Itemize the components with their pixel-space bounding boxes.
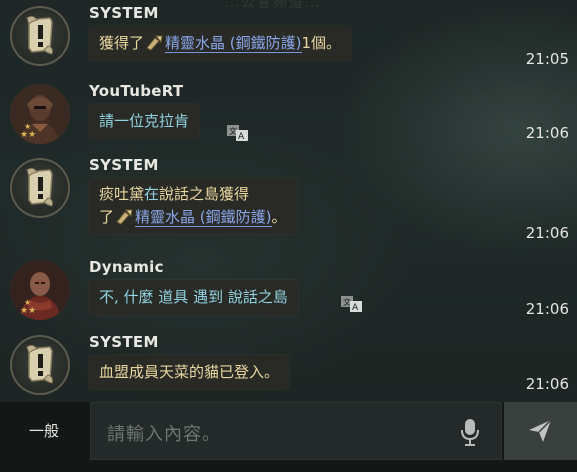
message-text: 了: [99, 208, 115, 226]
scroll-icon: [26, 344, 53, 384]
svg-text:★★: ★★: [20, 306, 36, 316]
message-bubble: 獲得了 精靈水晶 (鋼鐵防護)1個。: [89, 26, 352, 61]
location-name: 說話之島: [159, 185, 220, 203]
input-placeholder: 請輸入內容。: [107, 424, 221, 445]
message-text: 不, 什麼 道具 遇到 說話之島: [99, 288, 288, 306]
translate-icon[interactable]: 文 A: [227, 125, 249, 141]
chat-message: SYSTEM 痰吐黛在說話之島獲得 了 精靈水晶 (鋼鐵防護)。 21:06: [0, 152, 577, 252]
chat-window: …公會頻道… SYSTEM 獲得了 精靈水晶 (鋼鐵防護)1個。 21:05 ★…: [0, 0, 577, 472]
chat-message: ★★ ★ YouTubeRT 請一位克拉肯 文 A 21:06: [0, 78, 577, 158]
message-text: 獲得了: [99, 34, 145, 52]
message-timestamp: 21:06: [525, 224, 569, 242]
svg-text:★★: ★★: [20, 130, 36, 140]
send-icon: [529, 419, 552, 442]
sender-name: SYSTEM: [89, 156, 159, 174]
sender-name: SYSTEM: [89, 333, 159, 351]
player-avatar[interactable]: ★★ ★: [10, 84, 70, 144]
message-bubble: 血盟成員天菜的貓已登入。: [89, 355, 290, 390]
message-text: 。: [271, 208, 287, 226]
svg-text:A: A: [238, 132, 245, 141]
message-timestamp: 21:06: [525, 375, 569, 393]
svg-text:文: 文: [343, 297, 351, 307]
message-text: 在: [144, 185, 160, 203]
sender-name: SYSTEM: [89, 4, 159, 22]
chat-message: ★★ ★ Dynamic 不, 什麼 道具 遇到 說話之島 文 A 21:06: [0, 254, 577, 334]
crystal-item-icon: [145, 34, 164, 51]
message-text: 請一位克拉肯: [99, 112, 190, 130]
message-bubble: 痰吐黛在說話之島獲得 了 精靈水晶 (鋼鐵防護)。: [89, 178, 297, 234]
chat-input[interactable]: 請輸入內容。: [90, 402, 502, 460]
svg-text:A: A: [352, 303, 359, 312]
svg-text:★: ★: [24, 298, 31, 307]
system-avatar: [10, 335, 70, 395]
player-avatar[interactable]: ★★ ★: [10, 260, 70, 320]
chat-input-bar: 一般 請輸入內容。: [0, 402, 577, 472]
message-timestamp: 21:06: [525, 300, 569, 318]
system-avatar: [10, 6, 70, 66]
message-text: 1個。: [301, 34, 342, 52]
message-text: 獲得: [219, 185, 250, 203]
message-bubble: 請一位克拉肯: [89, 104, 200, 139]
player-name: 痰吐黛: [99, 185, 145, 203]
item-link[interactable]: 精靈水晶 (鋼鐵防護): [135, 208, 272, 227]
sender-name[interactable]: Dynamic: [89, 258, 164, 276]
send-button[interactable]: [504, 402, 577, 460]
message-bubble: 不, 什麼 道具 遇到 說話之島: [89, 280, 298, 315]
scroll-icon: [26, 167, 53, 207]
svg-text:文: 文: [229, 126, 237, 136]
crystal-item-icon: [115, 208, 134, 225]
svg-text:★: ★: [24, 122, 31, 131]
message-text: 血盟成員天菜的貓已登入。: [99, 363, 280, 381]
item-link[interactable]: 精靈水晶 (鋼鐵防護): [165, 34, 302, 53]
microphone-icon[interactable]: [459, 417, 481, 447]
chat-message: SYSTEM 血盟成員天菜的貓已登入。 21:06: [0, 329, 577, 409]
message-timestamp: 21:06: [525, 124, 569, 142]
message-timestamp: 21:05: [525, 50, 569, 68]
chat-message: SYSTEM 獲得了 精靈水晶 (鋼鐵防護)1個。 21:05: [0, 0, 577, 80]
warrior-portrait: ★★ ★: [10, 260, 70, 320]
knight-portrait: ★★ ★: [10, 84, 70, 144]
sender-name[interactable]: YouTubeRT: [89, 82, 183, 100]
translate-icon[interactable]: 文 A: [341, 296, 363, 312]
system-avatar: [10, 158, 70, 218]
channel-selector[interactable]: 一般: [0, 402, 88, 472]
scroll-icon: [26, 15, 53, 55]
